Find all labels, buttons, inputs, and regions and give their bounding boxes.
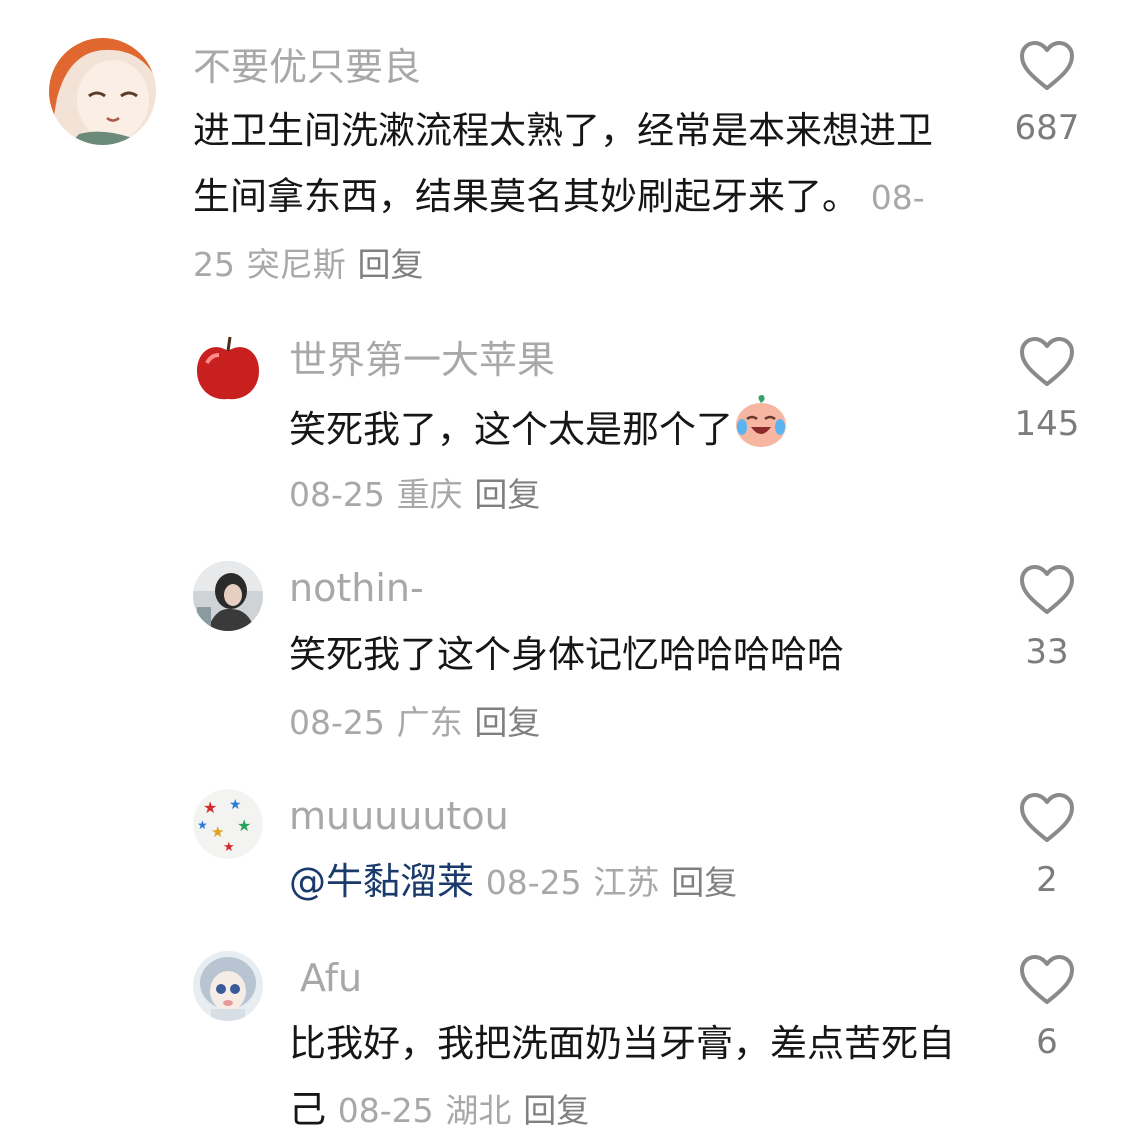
comment-date: 08-25 (485, 863, 582, 902)
comment-location: 突尼斯 (246, 245, 346, 284)
comment-text: 笑死我了这个身体记忆哈哈哈哈哈 (289, 622, 969, 688)
reply-button[interactable]: 回复 (358, 245, 424, 284)
comment-body: 笑死我了这个身体记忆哈哈哈哈哈 (289, 633, 844, 676)
comments-page: { "comments": [ { "username": "不要优只要良", … (0, 0, 1125, 1137)
username[interactable]: 不要优只要良 (193, 44, 421, 90)
red-apple-avatar-icon (193, 333, 263, 403)
svg-text:★: ★ (211, 823, 224, 841)
username[interactable]: Afu (300, 955, 362, 1001)
svg-text:★: ★ (223, 840, 235, 855)
username[interactable]: 世界第一大苹果 (289, 337, 555, 383)
comment-location: 重庆 (396, 475, 463, 514)
person-photo-avatar-icon (193, 561, 263, 631)
heart-icon (1020, 793, 1074, 842)
reply-button[interactable]: 回复 (474, 475, 540, 514)
comment-date: 08-25 (337, 1091, 434, 1130)
comment-text: 进卫生间洗漱流程太熟了，经常是本来想进卫生间拿东西，结果莫名其妙刷起牙来了。 0… (193, 98, 953, 298)
like-button[interactable]: 2 (992, 792, 1102, 900)
like-count: 6 (1036, 1022, 1058, 1062)
mention-link[interactable]: @牛黏溜莱 (289, 860, 474, 903)
comment-body: 笑死我了，这个太是那个了 (289, 408, 733, 451)
heart-icon (1020, 41, 1074, 90)
svg-text:★: ★ (203, 798, 217, 817)
user-avatar[interactable] (193, 951, 263, 1021)
laughing-crying-peach-emoji-icon (733, 393, 789, 470)
comment-meta: 08-25 重庆 回复 (289, 461, 540, 528)
comment-location: 江苏 (593, 863, 660, 902)
heart-icon (1020, 955, 1074, 1004)
star-ball-avatar-icon: ★ ★ ★ ★ ★ ★ (193, 789, 263, 859)
comment-meta: 08-25 广东 回复 (289, 689, 540, 756)
comment-text: 比我好，我把洗面奶当牙膏，差点苦死自己 08-25 湖北 回复 (289, 1011, 969, 1144)
comment-text: @牛黏溜莱 08-25 江苏 回复 (289, 849, 969, 916)
user-avatar[interactable] (193, 561, 263, 631)
doll-avatar-icon (193, 951, 263, 1021)
like-count: 33 (1025, 632, 1069, 672)
user-avatar[interactable] (49, 38, 156, 145)
reply-button[interactable]: 回复 (523, 1091, 589, 1130)
anime-girl-avatar-icon (49, 38, 156, 145)
comment-date: 08-25 (289, 703, 385, 742)
reply-button[interactable]: 回复 (671, 863, 737, 902)
like-button[interactable]: 33 (992, 564, 1102, 672)
username[interactable]: muuuuutou (289, 793, 509, 839)
like-count: 145 (1014, 404, 1080, 444)
comment-body: 进卫生间洗漱流程太熟了，经常是本来想进卫生间拿东西，结果莫名其妙刷起牙来了。 (193, 109, 933, 218)
username[interactable]: nothin- (289, 565, 424, 611)
like-button[interactable]: 145 (992, 336, 1102, 444)
like-count: 2 (1036, 860, 1058, 900)
comment-location: 湖北 (445, 1091, 512, 1130)
svg-text:★: ★ (197, 818, 208, 832)
svg-text:★: ★ (229, 797, 242, 813)
comment-date: 08-25 (289, 475, 385, 514)
like-count: 687 (1014, 108, 1080, 148)
like-button[interactable]: 6 (992, 954, 1102, 1062)
reply-button[interactable]: 回复 (474, 703, 540, 742)
user-avatar[interactable]: ★ ★ ★ ★ ★ ★ (193, 789, 263, 859)
comment-location: 广东 (396, 703, 463, 742)
heart-icon (1020, 565, 1074, 614)
comment-text: 笑死我了，这个太是那个了 (289, 393, 929, 470)
like-button[interactable]: 687 (992, 40, 1102, 148)
svg-text:★: ★ (237, 816, 251, 835)
user-avatar[interactable] (193, 333, 263, 403)
heart-icon (1020, 337, 1074, 386)
